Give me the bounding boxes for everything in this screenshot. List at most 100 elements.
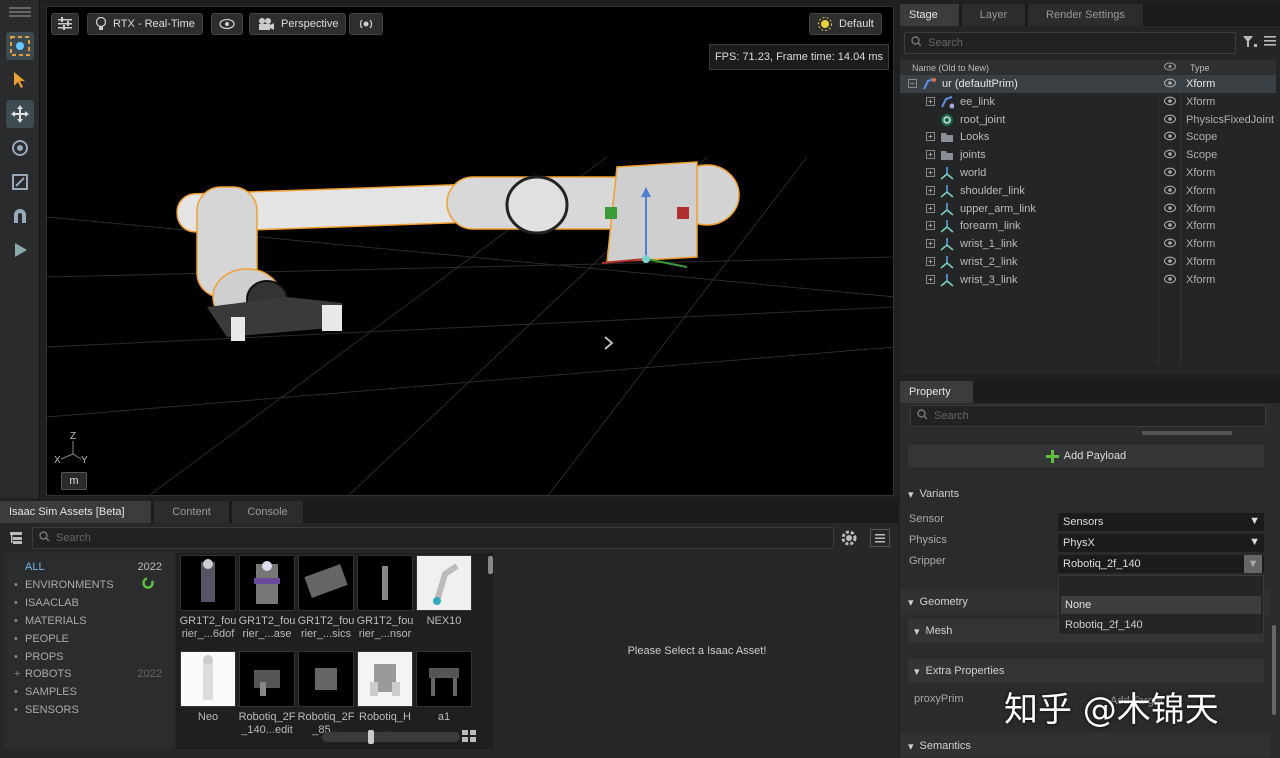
stage-row[interactable]: + Looks Scope [900,128,1276,146]
tab-content[interactable]: Content [154,501,230,523]
options-menu-icon[interactable] [1264,36,1276,49]
play-icon[interactable] [6,236,34,264]
asset-thumbnail[interactable] [416,651,472,707]
move-icon[interactable] [6,100,34,128]
category-item[interactable]: • SENSORS [14,704,164,716]
stage-row[interactable]: + forearm_link Xform [900,217,1276,235]
stage-row[interactable]: + shoulder_link Xform [900,182,1276,200]
visibility-eye-icon[interactable] [1163,96,1177,109]
option-robotiq-2f-140[interactable]: Robotiq_2f_140 [1061,616,1261,634]
tab-stage[interactable]: Stage [900,4,960,26]
asset-thumbnail[interactable] [180,651,236,707]
variants-header[interactable]: ▾ Variants [908,483,959,505]
snap-magnet-icon[interactable] [6,202,34,230]
filter-icon[interactable] [1242,35,1258,52]
tab-isaac-sim-assets[interactable]: Isaac Sim Assets [Beta] [0,501,152,523]
asset-thumbnail[interactable] [180,555,236,611]
tab-console[interactable]: Console [232,501,304,523]
stage-row[interactable]: + upper_arm_link Xform [900,200,1276,218]
asset-thumbnail[interactable] [416,555,472,611]
expand-toggle-icon[interactable]: + [926,274,935,284]
pointer-icon[interactable] [6,66,34,94]
visibility-eye-icon[interactable] [1163,256,1177,269]
property-search[interactable] [910,405,1266,427]
visibility-eye-icon[interactable] [1163,185,1177,198]
property-scrollbar[interactable] [1272,625,1276,715]
grid-scrollbar[interactable] [488,556,493,574]
chevron-right-icon[interactable] [604,336,614,350]
category-item[interactable]: • PROPS [14,651,164,663]
visibility-eye-icon[interactable] [1163,274,1177,287]
col-type[interactable]: Type [1190,63,1210,73]
asset-thumbnail[interactable] [357,555,413,611]
option-none[interactable]: None [1061,596,1261,614]
stage-search[interactable] [904,32,1236,54]
extra-header[interactable]: ▾ Extra Properties [914,660,1004,682]
thumbnail-size-slider[interactable] [322,730,460,744]
scene-canvas[interactable]: Z X Y [47,7,894,496]
visibility-eye-icon[interactable] [1163,131,1177,144]
viewport[interactable]: RTX - Real-Time Perspective Default FPS:… [46,6,894,496]
asset-thumbnail[interactable] [298,651,354,707]
stage-row[interactable]: + ee_link Xform [900,93,1276,111]
tab-property[interactable]: Property [900,381,974,403]
stage-row[interactable]: + wrist_2_link Xform [900,253,1276,271]
gripper-dropdown[interactable]: Robotiq_2f_140 ▼ [1058,555,1264,573]
sensor-dropdown[interactable]: Sensors ▼ [1058,513,1264,531]
assets-search[interactable] [32,527,834,549]
expand-toggle-icon[interactable]: + [926,185,935,195]
units-button[interactable]: m [61,472,87,490]
property-search-input[interactable] [934,410,1265,422]
gear-icon[interactable] [840,529,858,550]
asset-thumbnail[interactable] [298,555,354,611]
robot-arm-model[interactable] [176,161,740,341]
add-payload-button[interactable]: Add Payload [908,445,1264,467]
tab-render-settings[interactable]: Render Settings [1028,4,1144,26]
stage-row[interactable]: + wrist_3_link Xform [900,271,1276,289]
stage-row[interactable]: + joints Scope [900,146,1276,164]
stage-row[interactable]: root_joint PhysicsFixedJoint [900,111,1276,129]
expand-toggle-icon[interactable]: + [926,168,935,177]
asset-thumbnail[interactable] [239,651,295,707]
tab-layer[interactable]: Layer [962,4,1026,26]
col-name[interactable]: Name (Old to New) [912,63,989,73]
expand-toggle-icon[interactable]: + [926,239,935,249]
slider-handle[interactable] [368,730,374,744]
expand-toggle-icon[interactable]: + [926,203,935,213]
list-view-icon[interactable] [870,529,890,547]
geometry-header[interactable]: ▾ Geometry [908,591,968,613]
stage-row[interactable]: + wrist_1_link Xform [900,235,1276,253]
category-item[interactable]: + ROBOTS 2022 [14,668,164,680]
assets-search-input[interactable] [56,532,833,544]
category-item[interactable]: • ISAACLAB [14,597,164,609]
category-item[interactable]: • ENVIRONMENTS [14,577,164,591]
asset-thumbnail[interactable] [357,651,413,707]
rotate-icon[interactable] [6,134,34,162]
expand-toggle-icon[interactable]: + [926,132,935,142]
visibility-eye-icon[interactable] [1163,114,1177,127]
stage-row[interactable]: + world Xform [900,164,1276,182]
scale-icon[interactable] [6,168,34,196]
visibility-eye-icon[interactable] [1163,238,1177,251]
expand-toggle-icon[interactable]: + [926,96,935,106]
category-item[interactable]: • PEOPLE [14,633,164,645]
select-mode-icon[interactable] [6,32,34,60]
visibility-eye-icon[interactable] [1163,149,1177,162]
category-item[interactable]: • MATERIALS [14,615,164,627]
expand-toggle-icon[interactable]: + [926,150,935,160]
visibility-eye-icon[interactable] [1163,203,1177,216]
expand-toggle-icon[interactable]: + [926,221,935,231]
visibility-eye-icon[interactable] [1163,78,1177,91]
dropdown-arrow-icon[interactable]: ▼ [1244,555,1262,573]
tree-view-icon[interactable] [6,527,26,549]
visibility-eye-icon[interactable] [1163,167,1177,180]
stage-row[interactable]: − ur (defaultPrim) Xform [900,75,1276,93]
category-item[interactable]: • SAMPLES [14,686,164,698]
semantics-header[interactable]: ▾ Semantics [908,735,971,757]
expand-toggle-icon[interactable]: − [908,79,917,88]
category-item[interactable]: ALL 2022 [14,561,164,573]
visibility-eye-icon[interactable] [1163,220,1177,233]
grid-view-icon[interactable] [462,730,476,745]
mesh-header[interactable]: ▾ Mesh [914,620,952,642]
physics-dropdown[interactable]: PhysX ▼ [1058,534,1264,552]
